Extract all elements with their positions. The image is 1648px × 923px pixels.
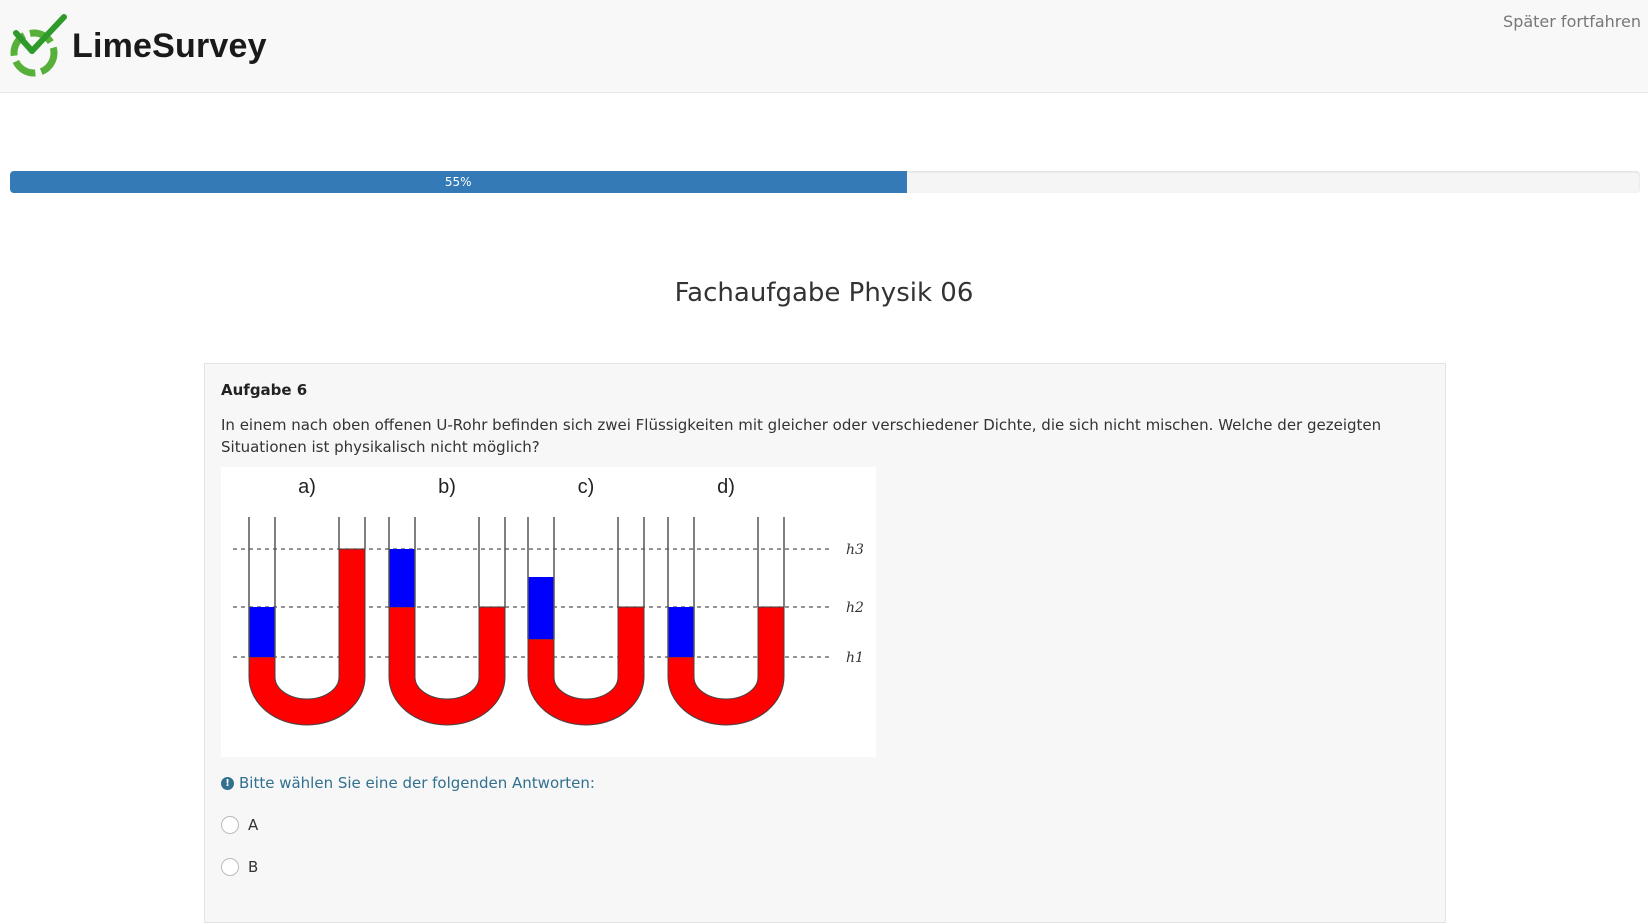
answer-help-text: Bitte wählen Sie eine der folgenden Antw… xyxy=(239,774,595,792)
answer-option[interactable]: B xyxy=(221,858,258,876)
u-tube-blue-4 xyxy=(668,607,694,657)
tube-label-2: b) xyxy=(438,476,456,498)
answer-label: A xyxy=(248,816,259,834)
brand-logo[interactable]: LimeSurvey xyxy=(8,12,267,80)
question-text: In einem nach oben offenen U-Rohr befind… xyxy=(221,416,1382,456)
progress-bar: 55% xyxy=(10,171,1640,193)
exclamation-circle-icon: ! xyxy=(221,776,234,790)
question-container: Aufgabe 6 In einem nach oben offenen U-R… xyxy=(204,363,1446,923)
save-later-link[interactable]: Später fortfahren xyxy=(1503,12,1641,31)
group-title: Fachaufgabe Physik 06 xyxy=(674,278,974,308)
u-tube-blue-1 xyxy=(249,607,275,657)
answer-option[interactable]: A xyxy=(221,816,258,834)
progress-label: 55% xyxy=(444,175,472,189)
u-tube-diagram: a) b) c) d) h3 h2 h1 xyxy=(233,476,864,726)
question-code: Aufgabe 6 xyxy=(221,381,308,399)
tube-label-1: a) xyxy=(298,476,316,498)
limesurvey-logo-icon xyxy=(8,13,68,79)
radio-button[interactable] xyxy=(221,816,239,834)
tube-label-3: c) xyxy=(578,476,595,498)
answer-help: ! Bitte wählen Sie eine der folgenden An… xyxy=(221,774,595,792)
tube-label-4: d) xyxy=(717,476,735,498)
u-tube-blue-3 xyxy=(528,577,554,639)
u-tube-liquid-2 xyxy=(388,606,506,726)
progress-fill: 55% xyxy=(10,171,907,193)
answer-label: B xyxy=(248,858,259,876)
radio-button[interactable] xyxy=(221,858,239,876)
top-navbar: LimeSurvey Später fortfahren xyxy=(0,0,1648,93)
level-label-h1: h1 xyxy=(846,650,864,666)
u-tube-blue-2 xyxy=(389,549,415,607)
brand-name: LimeSurvey xyxy=(72,26,267,65)
u-tube-figure: a) b) c) d) h3 h2 h1 xyxy=(221,467,876,757)
level-label-h2: h2 xyxy=(846,600,864,616)
level-label-h3: h3 xyxy=(846,542,864,558)
